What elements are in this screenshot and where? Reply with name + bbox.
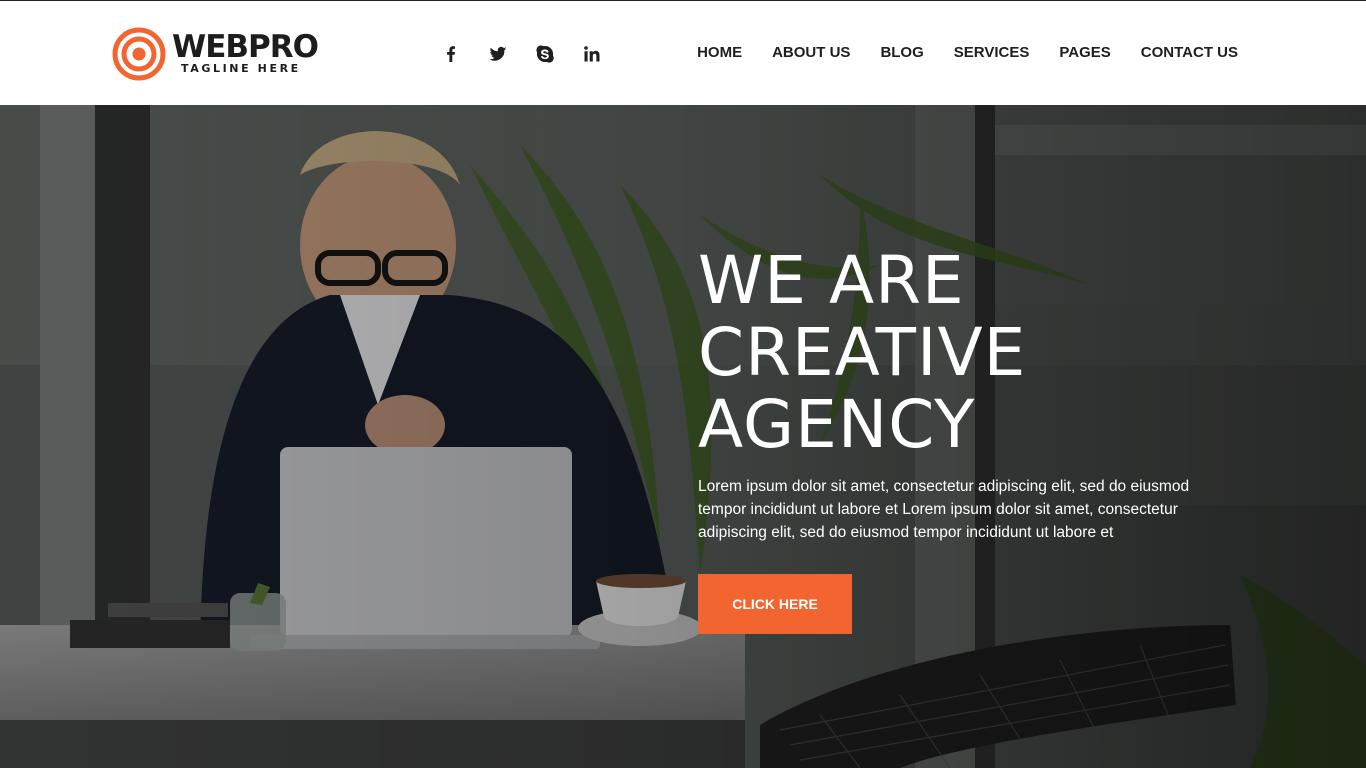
- twitter-icon: [489, 46, 507, 61]
- click-here-button[interactable]: CLICK HERE: [698, 574, 852, 634]
- nav-contact-us[interactable]: CONTACT US: [1141, 43, 1238, 63]
- target-logo-icon: [112, 27, 166, 81]
- site-header: WEBPRO TAGLINE HERE HOME ABOUT US BLOG S…: [0, 0, 1366, 105]
- brand-name: WEBPRO: [172, 29, 319, 65]
- linkedin-link[interactable]: [579, 41, 605, 67]
- main-nav: HOME ABOUT US BLOG SERVICES PAGES CONTAC…: [667, 43, 1238, 63]
- logo-text: WEBPRO TAGLINE HERE: [172, 29, 319, 76]
- hero-title-line: WE ARE: [698, 242, 965, 319]
- social-links: [438, 41, 626, 67]
- linkedin-icon: [584, 46, 600, 62]
- hero-section: WE ARE CREATIVE AGENCY Lorem ipsum dolor…: [0, 105, 1366, 768]
- hero-title-line: AGENCY: [698, 386, 976, 463]
- hero-title-line: CREATIVE: [698, 314, 1027, 391]
- twitter-link[interactable]: [485, 41, 511, 67]
- facebook-icon: [447, 46, 455, 62]
- hero-description: Lorem ipsum dolor sit amet, consectetur …: [698, 478, 1190, 541]
- logo[interactable]: WEBPRO TAGLINE HERE: [112, 27, 319, 81]
- skype-icon: [536, 45, 554, 63]
- nav-pages[interactable]: PAGES: [1059, 43, 1110, 63]
- skype-link[interactable]: [532, 41, 558, 67]
- nav-services[interactable]: SERVICES: [954, 43, 1030, 63]
- nav-about-us[interactable]: ABOUT US: [772, 43, 850, 63]
- brand-tagline: TAGLINE HERE: [181, 62, 301, 75]
- facebook-link[interactable]: [438, 41, 464, 67]
- nav-home[interactable]: HOME: [697, 43, 742, 63]
- nav-blog[interactable]: BLOG: [880, 43, 923, 63]
- hero-content: WE ARE CREATIVE AGENCY Lorem ipsum dolor…: [698, 245, 1218, 634]
- hero-title: WE ARE CREATIVE AGENCY: [698, 245, 1218, 461]
